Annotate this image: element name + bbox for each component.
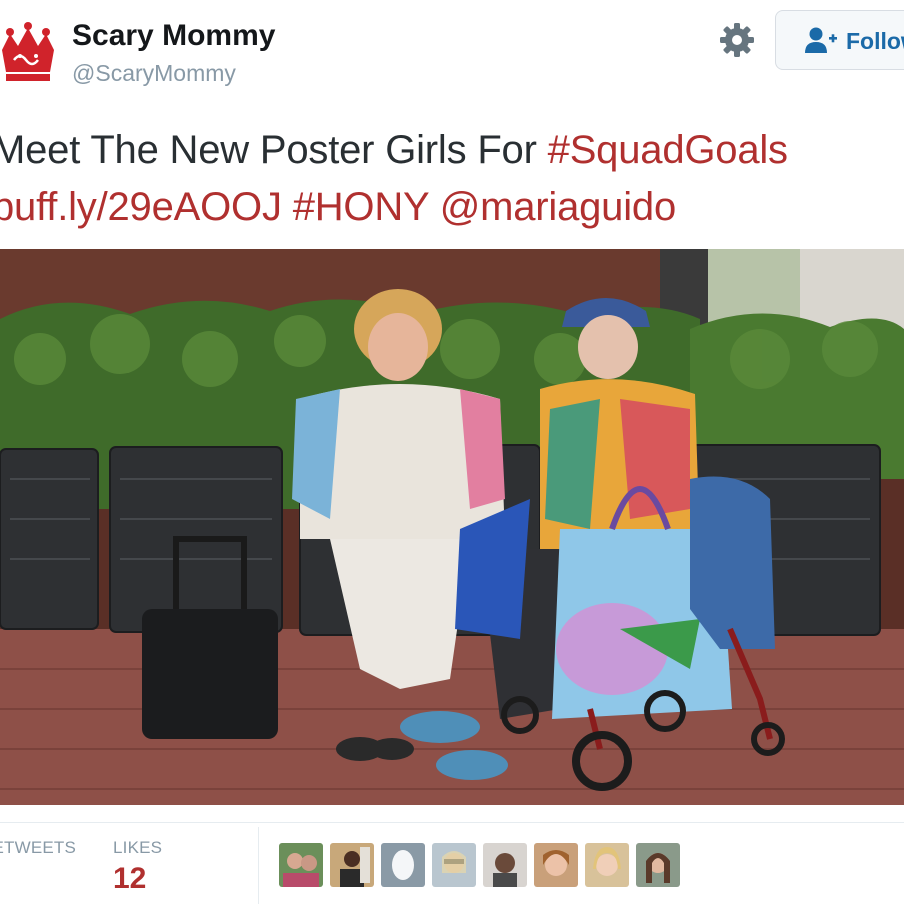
liker-avatar-1[interactable] [279,843,323,887]
photo-two-women-on-bench [0,249,904,805]
liker-avatar-2[interactable] [330,843,374,887]
liker-avatar-5[interactable] [483,843,527,887]
tweet-stats: RETWEETS LIKES 12 [0,822,904,904]
liker-avatar-8[interactable] [636,843,680,887]
liker-avatar-6[interactable] [534,843,578,887]
likes-count[interactable]: 12 [113,862,146,896]
stats-divider [258,827,259,904]
tweet-text: Meet The New Poster Girls For #SquadGoal… [0,122,904,236]
liker-avatar-7[interactable] [585,843,629,887]
gear-icon[interactable] [719,22,755,58]
hashtag-link[interactable]: #SquadGoals [548,128,788,172]
hashtag-link[interactable]: #HONY [293,185,429,229]
tweet-line-1: Meet The New Poster Girls For #SquadGoal… [0,122,904,179]
mention-link[interactable]: @mariaguido [440,185,676,229]
tweet-line-2: buff.ly/29eAOOJ #HONY @mariaguido [0,179,904,236]
retweets-label[interactable]: RETWEETS [0,838,76,858]
follow-button[interactable]: Follow [775,10,904,70]
screen-name[interactable]: @ScaryMommy [72,60,236,87]
tweet-photo[interactable] [0,249,904,805]
url-link[interactable]: buff.ly/29eAOOJ [0,185,282,229]
liker-avatar-3[interactable] [381,843,425,887]
liker-avatar-4[interactable] [432,843,476,887]
display-name[interactable]: Scary Mommy [72,19,275,53]
account-avatar[interactable] [0,12,56,92]
tweet-text-body: Meet The New Poster Girls For [0,128,548,172]
follow-label: Follow [846,28,904,54]
likes-label[interactable]: LIKES [113,838,162,858]
crown-logo-icon [0,12,56,92]
add-user-icon [804,26,838,54]
tweet-header: Scary Mommy @ScaryMommy Follow [0,0,904,100]
